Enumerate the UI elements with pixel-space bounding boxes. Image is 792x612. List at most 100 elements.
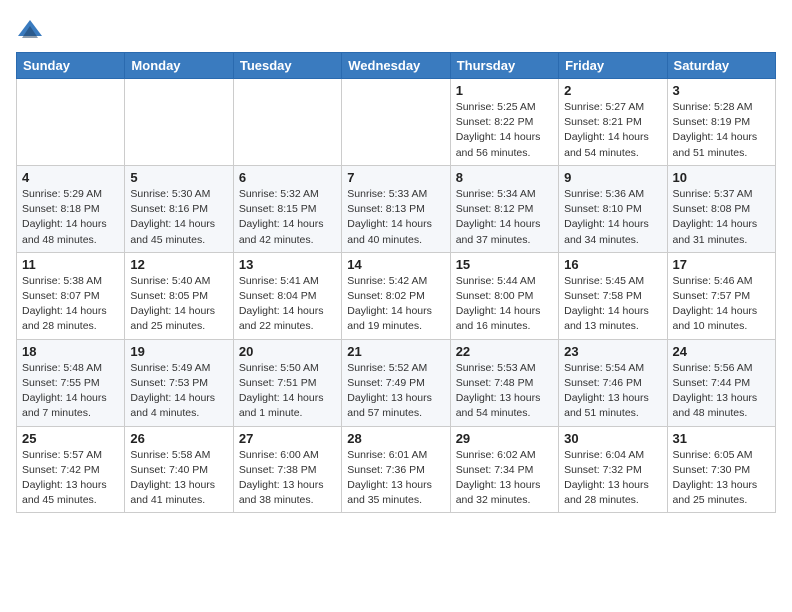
day-number: 10: [673, 170, 770, 185]
day-info: Sunrise: 6:04 AM Sunset: 7:32 PM Dayligh…: [564, 448, 661, 509]
day-info: Sunrise: 6:02 AM Sunset: 7:34 PM Dayligh…: [456, 448, 553, 509]
day-number: 15: [456, 257, 553, 272]
calendar-cell: [233, 79, 341, 166]
day-info: Sunrise: 6:05 AM Sunset: 7:30 PM Dayligh…: [673, 448, 770, 509]
calendar-cell: 26 Sunrise: 5:58 AM Sunset: 7:40 PM Dayli…: [125, 426, 233, 513]
day-info: Sunrise: 5:57 AM Sunset: 7:42 PM Dayligh…: [22, 448, 119, 509]
day-info: Sunrise: 5:53 AM Sunset: 7:48 PM Dayligh…: [456, 361, 553, 422]
day-number: 7: [347, 170, 444, 185]
calendar-cell: 9Sunrise: 5:36 AM Sunset: 8:10 PM Daylig…: [559, 165, 667, 252]
day-info: Sunrise: 5:28 AM Sunset: 8:19 PM Dayligh…: [673, 100, 770, 161]
calendar-week-4: 18Sunrise: 5:48 AM Sunset: 7:55 PM Dayli…: [17, 339, 776, 426]
day-number: 22: [456, 344, 553, 359]
calendar-cell: 3Sunrise: 5:28 AM Sunset: 8:19 PM Daylig…: [667, 79, 775, 166]
calendar-cell: 18Sunrise: 5:48 AM Sunset: 7:55 PM Dayli…: [17, 339, 125, 426]
day-info: Sunrise: 5:37 AM Sunset: 8:08 PM Dayligh…: [673, 187, 770, 248]
day-info: Sunrise: 6:01 AM Sunset: 7:36 PM Dayligh…: [347, 448, 444, 509]
day-number: 20: [239, 344, 336, 359]
day-number: 26: [130, 431, 227, 446]
day-info: Sunrise: 5:50 AM Sunset: 7:51 PM Dayligh…: [239, 361, 336, 422]
calendar-header-row: SundayMondayTuesdayWednesdayThursdayFrid…: [17, 53, 776, 79]
day-number: 13: [239, 257, 336, 272]
calendar-cell: 21 Sunrise: 5:52 AM Sunset: 7:49 PM Dayli…: [342, 339, 450, 426]
calendar-cell: 30 Sunrise: 6:04 AM Sunset: 7:32 PM Dayli…: [559, 426, 667, 513]
calendar-cell: 19 Sunrise: 5:49 AM Sunset: 7:53 PM Dayli…: [125, 339, 233, 426]
day-number: 4: [22, 170, 119, 185]
day-number: 16: [564, 257, 661, 272]
calendar-cell: 24 Sunrise: 5:56 AM Sunset: 7:44 PM Dayli…: [667, 339, 775, 426]
calendar-cell: 7 Sunrise: 5:33 AM Sunset: 8:13 PM Daylig…: [342, 165, 450, 252]
calendar-week-3: 11Sunrise: 5:38 AM Sunset: 8:07 PM Dayli…: [17, 252, 776, 339]
calendar-cell: 31 Sunrise: 6:05 AM Sunset: 7:30 PM Dayli…: [667, 426, 775, 513]
day-info: Sunrise: 5:52 AM Sunset: 7:49 PM Dayligh…: [347, 361, 444, 422]
calendar-cell: [342, 79, 450, 166]
day-info: Sunrise: 5:54 AM Sunset: 7:46 PM Dayligh…: [564, 361, 661, 422]
logo-icon: [16, 16, 44, 44]
calendar-cell: 1Sunrise: 5:25 AM Sunset: 8:22 PM Daylig…: [450, 79, 558, 166]
day-info: Sunrise: 5:49 AM Sunset: 7:53 PM Dayligh…: [130, 361, 227, 422]
calendar-cell: 27Sunrise: 6:00 AM Sunset: 7:38 PM Dayli…: [233, 426, 341, 513]
day-info: Sunrise: 5:56 AM Sunset: 7:44 PM Dayligh…: [673, 361, 770, 422]
calendar-cell: 12 Sunrise: 5:40 AM Sunset: 8:05 PM Dayli…: [125, 252, 233, 339]
day-info: Sunrise: 5:42 AM Sunset: 8:02 PM Dayligh…: [347, 274, 444, 335]
calendar-week-5: 25Sunrise: 5:57 AM Sunset: 7:42 PM Dayli…: [17, 426, 776, 513]
day-number: 5: [130, 170, 227, 185]
calendar-cell: 17 Sunrise: 5:46 AM Sunset: 7:57 PM Dayli…: [667, 252, 775, 339]
calendar-cell: 22 Sunrise: 5:53 AM Sunset: 7:48 PM Dayli…: [450, 339, 558, 426]
day-number: 8: [456, 170, 553, 185]
calendar-cell: 6 Sunrise: 5:32 AM Sunset: 8:15 PM Daylig…: [233, 165, 341, 252]
day-number: 2: [564, 83, 661, 98]
calendar-cell: 29Sunrise: 6:02 AM Sunset: 7:34 PM Dayli…: [450, 426, 558, 513]
day-number: 21: [347, 344, 444, 359]
day-info: Sunrise: 5:45 AM Sunset: 7:58 PM Dayligh…: [564, 274, 661, 335]
day-info: Sunrise: 5:30 AM Sunset: 8:16 PM Dayligh…: [130, 187, 227, 248]
calendar-header-thursday: Thursday: [450, 53, 558, 79]
calendar-cell: [125, 79, 233, 166]
calendar-header-friday: Friday: [559, 53, 667, 79]
day-number: 24: [673, 344, 770, 359]
day-number: 30: [564, 431, 661, 446]
day-number: 23: [564, 344, 661, 359]
day-info: Sunrise: 5:40 AM Sunset: 8:05 PM Dayligh…: [130, 274, 227, 335]
day-number: 12: [130, 257, 227, 272]
day-number: 17: [673, 257, 770, 272]
calendar-cell: 20 Sunrise: 5:50 AM Sunset: 7:51 PM Dayli…: [233, 339, 341, 426]
calendar-header-tuesday: Tuesday: [233, 53, 341, 79]
day-number: 18: [22, 344, 119, 359]
calendar-cell: 13 Sunrise: 5:41 AM Sunset: 8:04 PM Dayli…: [233, 252, 341, 339]
day-info: Sunrise: 5:41 AM Sunset: 8:04 PM Dayligh…: [239, 274, 336, 335]
day-info: Sunrise: 5:33 AM Sunset: 8:13 PM Dayligh…: [347, 187, 444, 248]
calendar-cell: 16 Sunrise: 5:45 AM Sunset: 7:58 PM Dayli…: [559, 252, 667, 339]
day-info: Sunrise: 5:38 AM Sunset: 8:07 PM Dayligh…: [22, 274, 119, 335]
calendar-header-monday: Monday: [125, 53, 233, 79]
calendar-cell: 25Sunrise: 5:57 AM Sunset: 7:42 PM Dayli…: [17, 426, 125, 513]
day-info: Sunrise: 5:58 AM Sunset: 7:40 PM Dayligh…: [130, 448, 227, 509]
day-number: 14: [347, 257, 444, 272]
day-number: 27: [239, 431, 336, 446]
calendar-cell: 5 Sunrise: 5:30 AM Sunset: 8:16 PM Daylig…: [125, 165, 233, 252]
day-info: Sunrise: 5:32 AM Sunset: 8:15 PM Dayligh…: [239, 187, 336, 248]
calendar-cell: 14 Sunrise: 5:42 AM Sunset: 8:02 PM Dayli…: [342, 252, 450, 339]
day-number: 19: [130, 344, 227, 359]
calendar-header-sunday: Sunday: [17, 53, 125, 79]
calendar-cell: 8 Sunrise: 5:34 AM Sunset: 8:12 PM Daylig…: [450, 165, 558, 252]
day-number: 31: [673, 431, 770, 446]
calendar-header-wednesday: Wednesday: [342, 53, 450, 79]
calendar-cell: 2Sunrise: 5:27 AM Sunset: 8:21 PM Daylig…: [559, 79, 667, 166]
calendar-week-2: 4 Sunrise: 5:29 AM Sunset: 8:18 PM Daylig…: [17, 165, 776, 252]
day-info: Sunrise: 5:29 AM Sunset: 8:18 PM Dayligh…: [22, 187, 119, 248]
calendar-cell: 23 Sunrise: 5:54 AM Sunset: 7:46 PM Dayli…: [559, 339, 667, 426]
calendar-cell: [17, 79, 125, 166]
calendar-cell: 10 Sunrise: 5:37 AM Sunset: 8:08 PM Dayli…: [667, 165, 775, 252]
calendar-cell: 15 Sunrise: 5:44 AM Sunset: 8:00 PM Dayli…: [450, 252, 558, 339]
calendar-header-saturday: Saturday: [667, 53, 775, 79]
day-info: Sunrise: 5:44 AM Sunset: 8:00 PM Dayligh…: [456, 274, 553, 335]
day-info: Sunrise: 5:34 AM Sunset: 8:12 PM Dayligh…: [456, 187, 553, 248]
day-info: Sunrise: 5:46 AM Sunset: 7:57 PM Dayligh…: [673, 274, 770, 335]
day-number: 6: [239, 170, 336, 185]
calendar-table: SundayMondayTuesdayWednesdayThursdayFrid…: [16, 52, 776, 513]
calendar-cell: 28Sunrise: 6:01 AM Sunset: 7:36 PM Dayli…: [342, 426, 450, 513]
calendar-week-1: 1Sunrise: 5:25 AM Sunset: 8:22 PM Daylig…: [17, 79, 776, 166]
logo: [16, 16, 48, 44]
day-info: Sunrise: 5:36 AM Sunset: 8:10 PM Dayligh…: [564, 187, 661, 248]
